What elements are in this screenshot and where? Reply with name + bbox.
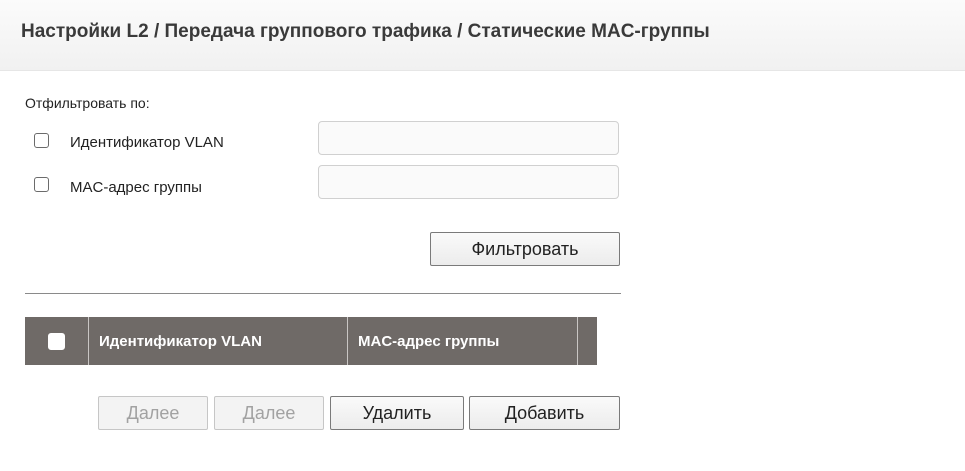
filter-label: Отфильтровать по:	[25, 95, 150, 111]
mac-filter-checkbox[interactable]	[34, 177, 49, 192]
mac-address-input[interactable]	[318, 165, 619, 199]
select-all-cell	[25, 317, 89, 365]
table-header: Идентификатор VLAN MAC-адрес группы	[25, 317, 597, 365]
next-page-button[interactable]: Далее	[214, 396, 324, 430]
column-header-spacer	[578, 317, 597, 365]
page-header: Настройки L2 / Передача группового трафи…	[0, 0, 965, 71]
add-button[interactable]: Добавить	[469, 396, 620, 430]
select-all-checkbox[interactable]	[48, 332, 65, 350]
vlan-filter-label: Идентификатор VLAN	[70, 134, 224, 151]
delete-button[interactable]: Удалить	[330, 396, 464, 430]
vlan-filter-checkbox[interactable]	[34, 133, 49, 148]
divider	[25, 293, 621, 294]
column-header-mac: MAC-адрес группы	[348, 317, 578, 365]
column-header-vlan: Идентификатор VLAN	[89, 317, 348, 365]
prev-page-button[interactable]: Далее	[98, 396, 208, 430]
vlan-id-input[interactable]	[318, 121, 619, 155]
mac-filter-label: MAC-адрес группы	[70, 179, 202, 196]
filter-button[interactable]: Фильтровать	[430, 232, 620, 266]
page-title: Настройки L2 / Передача группового трафи…	[21, 21, 710, 42]
